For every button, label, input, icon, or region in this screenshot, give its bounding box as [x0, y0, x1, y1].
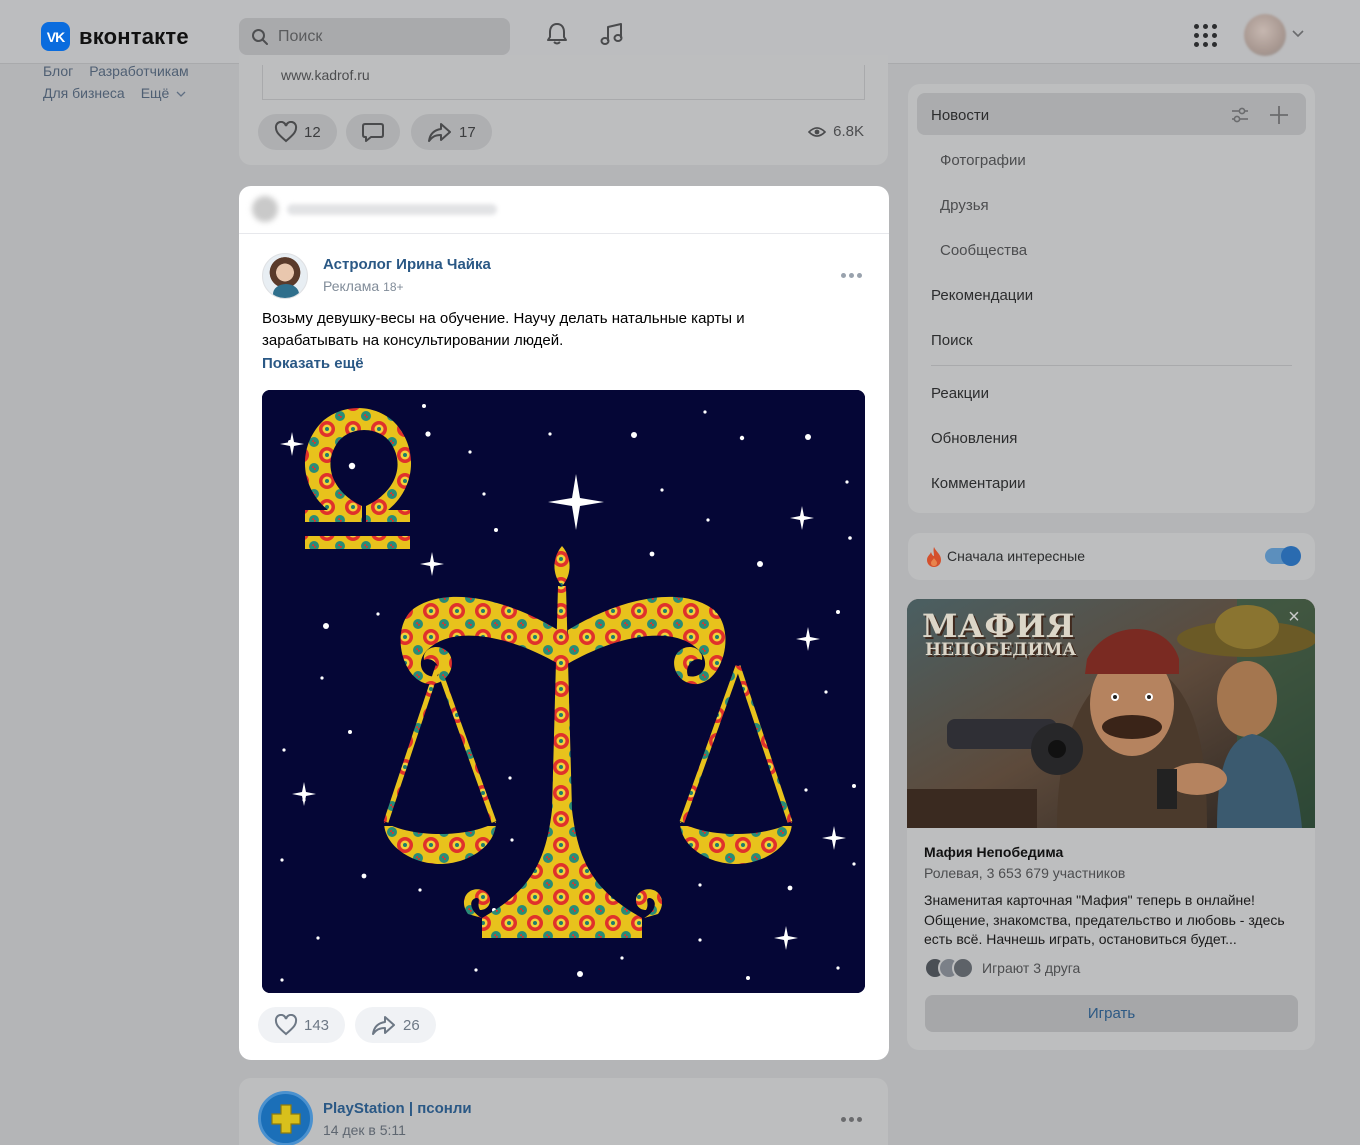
share-count: 17	[459, 123, 476, 141]
close-icon[interactable]: ×	[1285, 607, 1303, 627]
filter-settings-icon[interactable]	[1230, 106, 1250, 124]
post-meta: Реклама 18+	[323, 278, 404, 294]
post-previous: www.kadrof.ru 12 17 6.8K	[239, 55, 888, 165]
ad-image-subtitle: НЕПОБЕДИМА	[925, 640, 1077, 660]
menu-item-recommendations[interactable]: Рекомендации	[931, 287, 1033, 304]
footer-links: Блог Разработчикам Для бизнеса Ещё	[43, 60, 189, 104]
game-ad-card: МАФИЯ НЕПОБЕДИМА × Мафия Непобедима Роле…	[907, 599, 1315, 1050]
heart-icon	[274, 121, 298, 143]
apps-grid-icon[interactable]	[1194, 24, 1217, 47]
menu-divider	[931, 365, 1292, 366]
music-icon	[600, 23, 623, 45]
playstation-avatar[interactable]	[258, 1091, 313, 1145]
author-avatar[interactable]	[262, 253, 308, 299]
libra-zodiac-illustration	[262, 390, 865, 993]
menu-item-updates[interactable]: Обновления	[931, 430, 1017, 447]
ad-banner-image[interactable]: МАФИЯ НЕПОБЕДИМА ×	[907, 599, 1315, 828]
menu-item-search[interactable]: Поиск	[931, 332, 973, 349]
link-developers[interactable]: Разработчикам	[89, 60, 188, 82]
link-more-label: Ещё	[140, 85, 170, 101]
add-icon[interactable]	[1269, 105, 1289, 125]
blurred-text	[287, 204, 497, 215]
more-options-icon[interactable]	[841, 273, 862, 278]
like-count: 143	[304, 1016, 330, 1034]
ad-description: Знаменитая карточная "Мафия" теперь в он…	[924, 892, 1285, 947]
vk-logo[interactable]: VK вконтакте	[41, 22, 189, 51]
vk-logo-icon: VK	[41, 22, 70, 51]
search-icon	[252, 28, 268, 45]
share-icon	[372, 1016, 395, 1035]
ad-title[interactable]: Мафия Непобедима	[924, 844, 1063, 860]
eye-icon	[808, 126, 827, 137]
music-button[interactable]	[598, 20, 626, 48]
menu-item-photos[interactable]: Фотографии	[940, 152, 1026, 169]
menu-item-comments[interactable]: Комментарии	[931, 475, 1025, 492]
like-button[interactable]: 12	[258, 114, 337, 150]
news-filter-menu: Новости Фотографии Друзья Сообщества Рек…	[908, 84, 1315, 513]
author-name[interactable]: Астролог Ирина Чайка	[323, 256, 491, 273]
friends-text: Играют 3 друга	[982, 960, 1081, 976]
bell-icon	[547, 23, 567, 45]
smart-feed-toggle-card: Сначала интересные	[908, 533, 1315, 580]
comment-button[interactable]	[346, 114, 400, 150]
search-input[interactable]	[278, 27, 498, 46]
more-options-icon[interactable]	[841, 1117, 862, 1122]
post-ad: Астролог Ирина Чайка Реклама 18+ Возьму д…	[239, 186, 889, 1060]
menu-item-reactions[interactable]: Реакции	[931, 385, 989, 402]
share-button[interactable]: 17	[411, 114, 492, 150]
like-count: 12	[304, 123, 321, 141]
logo-text: вконтакте	[79, 23, 189, 49]
share-button[interactable]: 26	[355, 1007, 436, 1043]
share-icon	[428, 123, 451, 142]
plus-logo-icon	[270, 1103, 301, 1134]
link-blog[interactable]: Блог	[43, 60, 73, 82]
blurred-header	[239, 186, 889, 234]
link-snippet[interactable]: www.kadrof.ru	[262, 65, 865, 100]
blurred-avatar	[252, 196, 278, 222]
age-rating: 18+	[383, 280, 404, 294]
link-more[interactable]: Ещё	[141, 82, 187, 104]
like-button[interactable]: 143	[258, 1007, 346, 1043]
post-text: Возьму девушку-весы на обучение. Научу д…	[262, 310, 745, 349]
ad-subtitle: Ролевая, 3 653 679 участников	[924, 865, 1126, 881]
friend-avatar	[952, 957, 974, 979]
ad-label: Реклама	[323, 278, 380, 294]
heart-icon	[274, 1014, 298, 1036]
views-count: 6.8K	[833, 123, 864, 140]
toggle-label: Сначала интересные	[947, 548, 1085, 564]
post-date[interactable]: 14 дек в 5:11	[323, 1122, 406, 1138]
play-button[interactable]: Играть	[925, 995, 1298, 1032]
post-image[interactable]	[262, 390, 865, 993]
notifications-button[interactable]	[543, 20, 571, 48]
link-business[interactable]: Для бизнеса	[43, 82, 125, 104]
show-more-link[interactable]: Показать ещё	[262, 355, 364, 372]
menu-item-friends[interactable]: Друзья	[940, 197, 989, 214]
chevron-down-icon[interactable]	[1292, 30, 1304, 38]
share-count: 26	[403, 1016, 420, 1034]
chevron-down-icon	[176, 91, 186, 97]
friends-playing: Играют 3 друга	[924, 957, 1080, 979]
author-name[interactable]: PlayStation | псонли	[323, 1100, 472, 1117]
user-avatar[interactable]	[1244, 14, 1286, 56]
smart-feed-toggle[interactable]	[1265, 546, 1301, 566]
fire-icon	[927, 547, 941, 567]
menu-item-news-label: Новости	[931, 107, 990, 124]
views-counter: 6.8K	[808, 123, 864, 140]
comment-icon	[362, 123, 384, 142]
post-next: PlayStation | псонли 14 дек в 5:11	[239, 1078, 888, 1145]
menu-item-communities[interactable]: Сообщества	[940, 242, 1027, 259]
search-box[interactable]	[239, 18, 510, 55]
